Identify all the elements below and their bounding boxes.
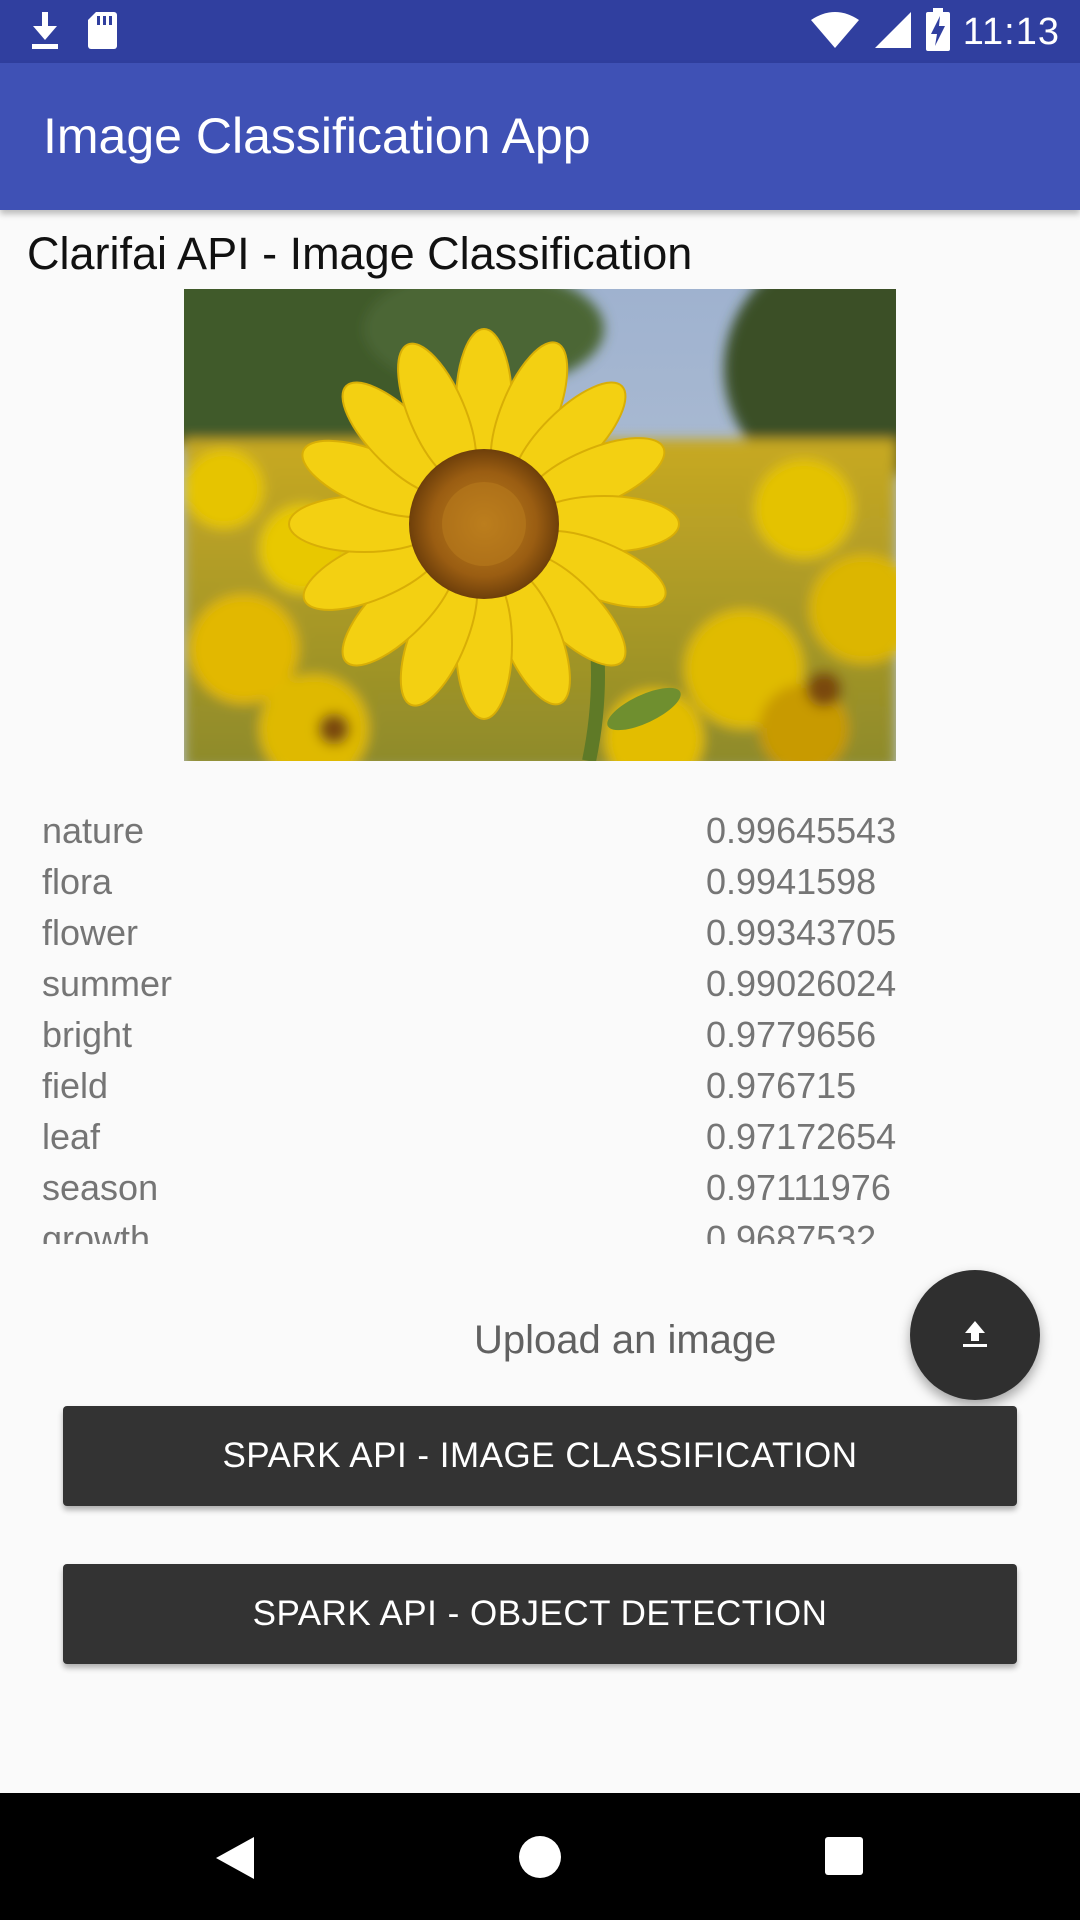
prediction-label: nature	[42, 810, 145, 851]
image-classification-button[interactable]: SPARK API - IMAGE CLASSIFICATION	[63, 1406, 1017, 1506]
prediction-score: 0.97172654	[706, 1116, 897, 1157]
prediction-label: leaf	[42, 1116, 101, 1157]
prediction-label: flora	[42, 861, 113, 902]
list-item: bright 0.9779656	[42, 1010, 942, 1061]
prediction-label: bright	[42, 1014, 133, 1055]
recents-icon[interactable]	[824, 1836, 864, 1881]
prediction-score: 0.97111976	[706, 1167, 891, 1208]
list-item: summer 0.99026024	[42, 959, 942, 1010]
section-subtitle: Clarifai API - Image Classification	[27, 228, 693, 279]
status-bar: 11:13	[0, 0, 1080, 63]
download-icon	[28, 10, 62, 55]
sd-card-icon	[86, 10, 118, 55]
list-item: leaf 0.97172654	[42, 1112, 942, 1163]
battery-charging-icon	[925, 7, 951, 57]
list-item: flora 0.9941598	[42, 857, 942, 908]
app-bar: Image Classification App	[0, 63, 1080, 210]
prediction-label: season	[42, 1167, 159, 1208]
app-title: Image Classification App	[43, 108, 591, 164]
prediction-score: 0.99645543	[706, 810, 897, 851]
prediction-score: 0.9687532	[706, 1218, 877, 1244]
prediction-score: 0.976715	[706, 1065, 857, 1106]
prediction-score: 0.9941598	[706, 861, 877, 902]
list-item: field 0.976715	[42, 1061, 942, 1112]
navigation-bar	[0, 1793, 1080, 1920]
list-item: season 0.97111976	[42, 1163, 942, 1214]
prediction-label: flower	[42, 912, 139, 953]
status-bar-left	[28, 10, 118, 54]
prediction-label: summer	[42, 963, 173, 1004]
list-item: growth 0.9687532	[42, 1214, 942, 1244]
prediction-label: growth	[42, 1218, 151, 1244]
list-item: flower 0.99343705	[42, 908, 942, 959]
upload-label: Upload an image	[474, 1318, 777, 1362]
status-time: 11:13	[962, 10, 1060, 53]
home-icon[interactable]	[518, 1835, 562, 1884]
classified-image	[184, 289, 896, 761]
prediction-label: field	[42, 1065, 109, 1106]
upload-icon	[957, 1315, 993, 1356]
prediction-score: 0.99343705	[706, 912, 897, 953]
wifi-icon	[809, 10, 861, 55]
prediction-score: 0.9779656	[706, 1014, 877, 1055]
prediction-score: 0.99026024	[706, 963, 897, 1004]
object-detection-button[interactable]: SPARK API - OBJECT DETECTION	[63, 1564, 1017, 1664]
list-item: nature 0.99645543	[42, 806, 942, 857]
back-icon[interactable]	[214, 1835, 256, 1886]
status-bar-right: 11:13	[809, 7, 1060, 57]
predictions-list[interactable]: nature 0.99645543 flora 0.9941598 flower…	[42, 806, 942, 1244]
signal-icon	[873, 10, 913, 55]
upload-fab-button[interactable]	[910, 1270, 1040, 1400]
